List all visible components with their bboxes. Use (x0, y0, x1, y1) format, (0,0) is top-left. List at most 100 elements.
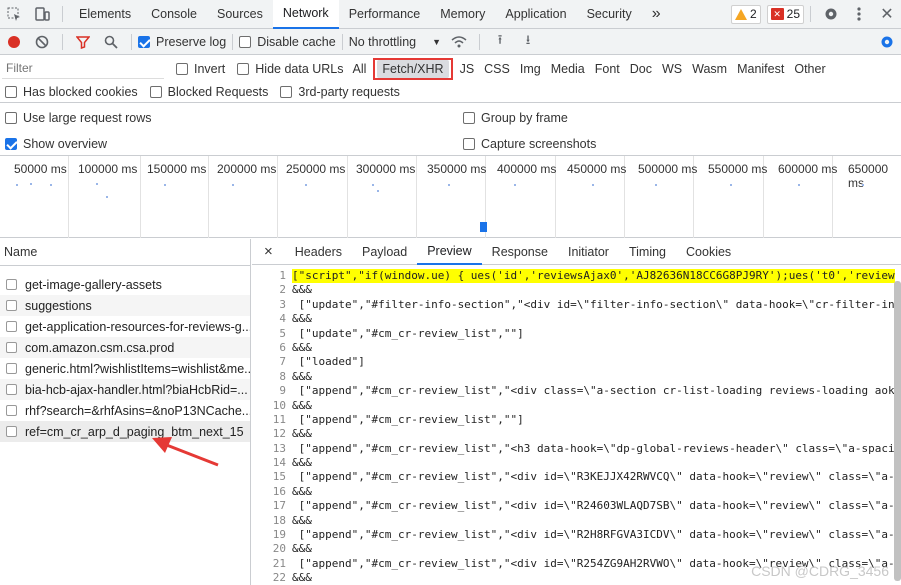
request-row[interactable]: bia-hcb-ajax-handler.html?biaHcbRid=... (0, 379, 250, 400)
request-row[interactable]: rhf?search=&rhfAsins=&noP13NCache... (0, 400, 250, 421)
checkbox[interactable] (5, 85, 17, 98)
checkbox-checked[interactable] (138, 35, 150, 48)
tab-security[interactable]: Security (577, 0, 642, 29)
errors-badge[interactable]: ✕ 25 (766, 4, 804, 24)
type-filter-manifest[interactable]: Manifest (732, 60, 789, 78)
checkbox[interactable] (463, 138, 475, 150)
more-tabs-button[interactable]: » (642, 0, 671, 29)
device-toolbar-icon[interactable] (28, 0, 56, 28)
close-icon[interactable]: ✕ (873, 0, 901, 28)
request-row[interactable]: suggestions (0, 295, 250, 316)
request-row[interactable]: get-application-resources-for-reviews-g.… (0, 316, 250, 337)
grid-line (416, 156, 417, 238)
checkbox[interactable] (463, 112, 475, 124)
tab-sources[interactable]: Sources (207, 0, 273, 29)
code-text: &&& (292, 369, 312, 383)
has-blocked-cookies-checkbox[interactable]: Has blocked cookies (5, 85, 138, 99)
code-line: 10 &&& (252, 399, 901, 413)
network-conditions-icon[interactable] (445, 28, 473, 56)
kebab-menu-icon[interactable] (845, 0, 873, 28)
checkbox[interactable] (239, 35, 252, 48)
detail-tabs: × Headers Payload Preview Response Initi… (252, 239, 901, 265)
type-filter-media[interactable]: Media (546, 60, 590, 78)
code-line: 9 ["append","#cm_cr-review_list","<div c… (252, 384, 901, 398)
invert-checkbox[interactable]: Invert (176, 62, 225, 76)
tab-elements[interactable]: Elements (69, 0, 141, 29)
checkbox[interactable] (149, 85, 162, 98)
code-line: 18 &&& (252, 514, 901, 528)
request-row[interactable]: get-image-gallery-assets (0, 274, 250, 295)
tab-network[interactable]: Network (272, 0, 339, 29)
type-filter-other[interactable]: Other (789, 60, 830, 78)
divider (131, 33, 132, 50)
line-number: 7 (279, 355, 286, 369)
type-filter-wasm[interactable]: Wasm (687, 60, 732, 78)
tab-initiator[interactable]: Initiator (558, 239, 619, 265)
warnings-badge[interactable]: 2 (730, 4, 761, 24)
line-number: 9 (279, 384, 286, 398)
tab-timing[interactable]: Timing (619, 239, 676, 265)
show-overview-checkbox[interactable]: Show overview (5, 137, 107, 151)
hide-data-urls-checkbox[interactable]: Hide data URLs (237, 62, 344, 76)
activity-dot (372, 184, 374, 186)
request-detail-pane: × Headers Payload Preview Response Initi… (252, 239, 901, 585)
tab-response[interactable]: Response (482, 239, 558, 265)
type-filter-font[interactable]: Font (590, 60, 625, 78)
request-row[interactable]: generic.html?wishlistItems=wishlist&me..… (0, 358, 250, 379)
record-icon[interactable] (0, 28, 28, 56)
network-settings-gear-icon[interactable] (873, 28, 901, 56)
file-icon (6, 279, 17, 290)
tick-label: 450000 ms (567, 162, 627, 176)
group-by-frame-checkbox[interactable]: Group by frame (463, 111, 568, 125)
close-detail-button[interactable]: × (252, 239, 285, 265)
column-header-name[interactable]: Name (0, 239, 250, 266)
tab-application[interactable]: Application (495, 0, 576, 29)
tab-payload[interactable]: Payload (352, 239, 417, 265)
type-filter-doc[interactable]: Doc (625, 60, 657, 78)
capture-screenshots-checkbox[interactable]: Capture screenshots (463, 137, 596, 151)
tick-label: 350000 ms (427, 162, 487, 176)
activity-dot (305, 184, 307, 186)
import-har-icon[interactable]: ⭱ (486, 28, 514, 56)
type-filter-all[interactable]: All (348, 60, 372, 78)
checkbox[interactable] (5, 112, 17, 124)
type-filter-css[interactable]: CSS (479, 60, 515, 78)
export-har-icon[interactable]: ⭳ (514, 28, 542, 56)
request-row[interactable]: com.amazon.csm.csa.prod (0, 337, 250, 358)
tick-label: 50000 ms (14, 162, 67, 176)
checkbox[interactable] (280, 85, 293, 98)
tab-cookies[interactable]: Cookies (676, 239, 741, 265)
checkbox[interactable] (176, 62, 188, 75)
type-filter-fetch-xhr[interactable]: Fetch/XHR (377, 59, 449, 78)
tab-console[interactable]: Console (141, 0, 207, 29)
tab-performance[interactable]: Performance (339, 0, 431, 29)
disable-cache-checkbox[interactable]: Disable cache (239, 35, 336, 49)
code-line: 1 ["script","if(window.ue) { ues('id','re… (252, 269, 901, 284)
tab-headers[interactable]: Headers (285, 239, 352, 265)
code-line: 12 &&& (252, 427, 901, 441)
annotation-arrow (152, 437, 219, 467)
response-preview[interactable]: 1 ["script","if(window.ue) { ues('id','re… (252, 269, 901, 585)
type-filter-ws[interactable]: WS (657, 60, 687, 78)
type-filter-img[interactable]: Img (515, 60, 546, 78)
checkbox[interactable] (237, 62, 250, 75)
clear-icon[interactable] (28, 28, 56, 56)
blocked-requests-checkbox[interactable]: Blocked Requests (149, 85, 268, 99)
filter-input[interactable] (2, 58, 164, 79)
large-rows-checkbox[interactable]: Use large request rows (5, 111, 152, 125)
inspect-element-icon[interactable] (0, 0, 28, 28)
checkbox-checked[interactable] (5, 138, 17, 150)
throttling-select[interactable]: No throttling ▼ (349, 35, 441, 49)
type-filter-js[interactable]: JS (455, 60, 480, 78)
scrollbar[interactable] (894, 281, 901, 581)
search-icon[interactable] (97, 28, 125, 56)
third-party-requests-checkbox[interactable]: 3rd-party requests (280, 85, 400, 99)
tab-preview[interactable]: Preview (417, 239, 482, 265)
tab-memory[interactable]: Memory (430, 0, 495, 29)
line-number: 22 (272, 571, 286, 585)
tick-label: 650000 ms (848, 162, 889, 190)
overview-timeline[interactable]: 50000 ms 100000 ms 150000 ms 200000 ms 2… (0, 156, 901, 238)
preserve-log-checkbox[interactable]: Preserve log (138, 35, 226, 49)
gear-icon[interactable] (817, 0, 845, 28)
filter-icon[interactable] (69, 28, 97, 56)
